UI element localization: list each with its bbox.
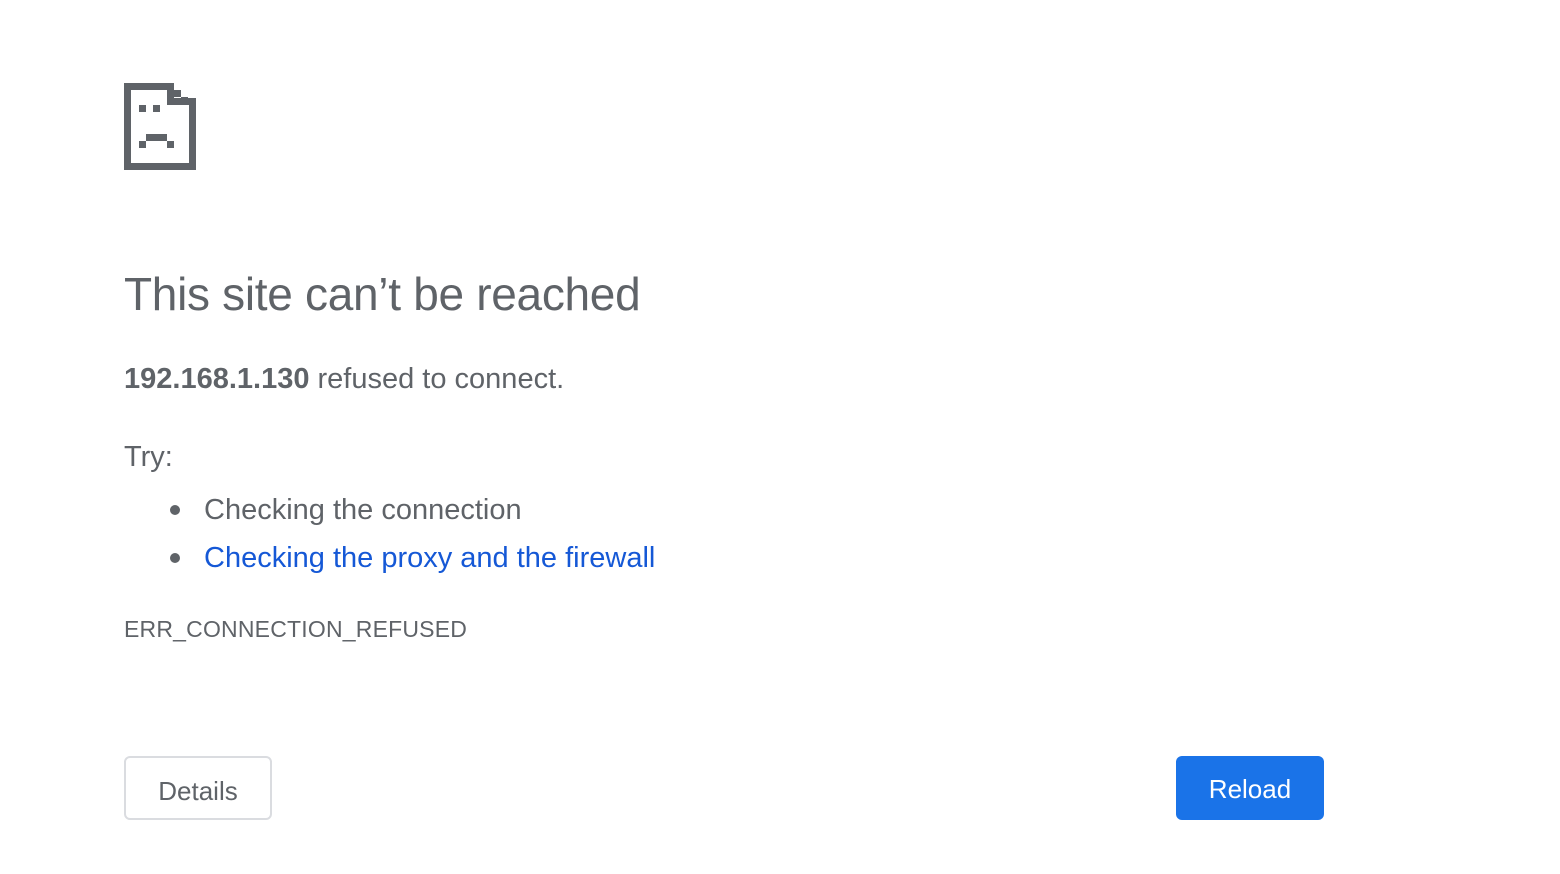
suggestions-list: Checking the connection Checking the pro… — [124, 486, 655, 582]
error-summary: 192.168.1.130 refused to connect. — [124, 360, 564, 398]
reload-button[interactable]: Reload — [1176, 756, 1324, 820]
try-label: Try: — [124, 441, 173, 473]
host-address: 192.168.1.130 — [124, 363, 310, 395]
suggestion-check-connection: Checking the connection — [204, 494, 522, 526]
suggestion-item: Checking the proxy and the firewall — [124, 534, 655, 582]
suggestion-check-proxy-firewall-link[interactable]: Checking the proxy and the firewall — [204, 542, 655, 574]
error-summary-message: refused to connect. — [309, 363, 565, 395]
suggestion-item: Checking the connection — [124, 486, 655, 534]
error-code: ERR_CONNECTION_REFUSED — [124, 616, 468, 642]
sad-page-icon — [124, 83, 196, 170]
page-title: This site can’t be reached — [124, 268, 641, 320]
bullet-icon — [170, 505, 180, 515]
error-page: This site can’t be reached 192.168.1.130… — [0, 0, 1560, 874]
bullet-icon — [170, 553, 180, 563]
details-button[interactable]: Details — [124, 756, 272, 820]
